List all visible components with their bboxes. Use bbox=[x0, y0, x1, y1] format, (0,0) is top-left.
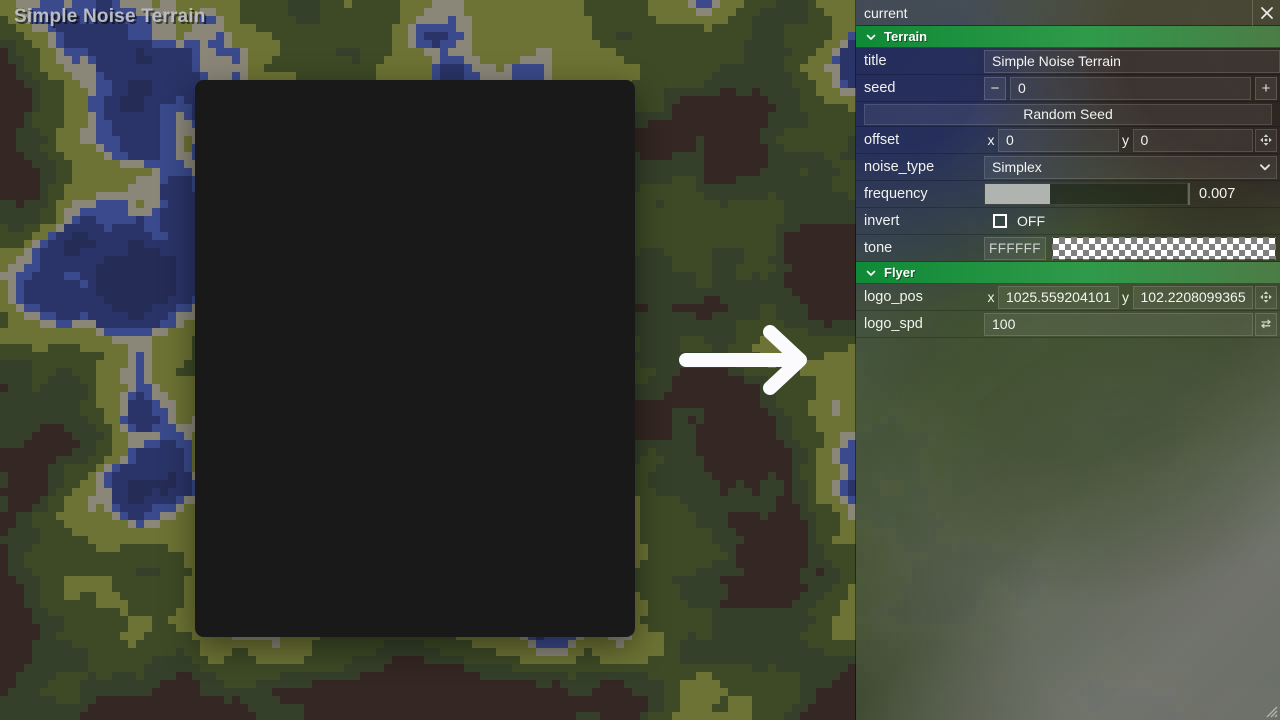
resize-grip-icon[interactable] bbox=[1264, 704, 1278, 718]
property-control-tone: FFFFFF bbox=[984, 235, 1280, 261]
screen-root: Simple Noise Terrain @export_group("Terr… bbox=[0, 0, 1280, 720]
property-label-tone: tone bbox=[864, 240, 893, 256]
inspector-panel: current Terrain title Simple Noise Terrain… bbox=[855, 0, 1280, 720]
game-title-label: Simple Noise Terrain bbox=[14, 6, 206, 27]
section-title: Flyer bbox=[884, 265, 916, 280]
input-seed[interactable]: 0 bbox=[1010, 76, 1251, 100]
close-icon[interactable] bbox=[1252, 0, 1280, 26]
property-control-noise_type: Simplex bbox=[984, 154, 1280, 180]
checkbox-state-label: OFF bbox=[1017, 213, 1045, 229]
property-control-title: Simple Noise Terrain bbox=[984, 48, 1280, 74]
property-label-frequency: frequency bbox=[864, 186, 928, 202]
section-title: Terrain bbox=[884, 29, 928, 44]
slider-fill bbox=[985, 184, 1050, 204]
slider-value-frequency[interactable]: 0.007 bbox=[1188, 183, 1280, 205]
property-row-invert: invert OFF bbox=[856, 208, 1280, 235]
random-seed-button[interactable]: Random Seed bbox=[864, 103, 1272, 125]
property-row-offset: offset x 0 y 0 bbox=[856, 127, 1280, 154]
input-logo_spd[interactable]: 100 bbox=[984, 312, 1253, 336]
input-title[interactable]: Simple Noise Terrain bbox=[984, 49, 1280, 73]
chevron-down-icon bbox=[1258, 160, 1272, 174]
property-label-logo_pos: logo_pos bbox=[864, 289, 923, 305]
inspector-titlebar: current bbox=[856, 0, 1280, 26]
property-control-logo_pos: x 1025.559204101 y 102.2208099365 bbox=[984, 284, 1280, 310]
property-row-seed: seed −0 + bbox=[856, 75, 1280, 102]
chevron-down-icon bbox=[865, 267, 877, 279]
axis-label-x: x bbox=[987, 132, 995, 148]
code-editor-window bbox=[195, 80, 635, 637]
arrow-right-icon bbox=[679, 325, 807, 395]
property-label-offset: offset bbox=[864, 132, 900, 148]
seed-increment-button[interactable]: + bbox=[1255, 76, 1277, 100]
property-row-frequency: frequency 0.007 bbox=[856, 181, 1280, 208]
property-control-frequency: 0.007 bbox=[984, 181, 1280, 207]
reset-loop-icon[interactable] bbox=[1255, 312, 1277, 336]
seed-decrement-button[interactable]: − bbox=[984, 76, 1006, 100]
input-logo_pos-y[interactable]: 102.2208099365 bbox=[1132, 285, 1253, 309]
section-header-flyer[interactable]: Flyer bbox=[856, 262, 1280, 284]
property-control-invert: OFF bbox=[984, 208, 1280, 234]
property-label-title: title bbox=[864, 53, 887, 69]
section-header-terrain[interactable]: Terrain bbox=[856, 26, 1280, 48]
slider-frequency[interactable] bbox=[984, 183, 1188, 205]
axis-label-y: y bbox=[1122, 289, 1129, 305]
property-control-logo_spd: 100 bbox=[984, 311, 1280, 337]
property-row-tone: tone FFFFFF bbox=[856, 235, 1280, 262]
property-label-seed: seed bbox=[864, 80, 896, 96]
color-swatch[interactable] bbox=[1052, 236, 1276, 260]
color-hex-value[interactable]: FFFFFF bbox=[984, 236, 1046, 260]
checkbox-invert[interactable] bbox=[993, 214, 1007, 228]
inspector-title: current bbox=[864, 4, 908, 21]
property-row-title: title Simple Noise Terrain bbox=[856, 48, 1280, 75]
property-label-invert: invert bbox=[864, 213, 900, 229]
input-offset-y[interactable]: 0 bbox=[1132, 128, 1253, 152]
property-label-noise_type: noise_type bbox=[864, 159, 935, 175]
chevron-down-icon bbox=[865, 31, 877, 43]
input-offset-x[interactable]: 0 bbox=[998, 128, 1119, 152]
property-control-seed: −0 + bbox=[984, 75, 1280, 101]
property-label-logo_spd: logo_spd bbox=[864, 316, 923, 332]
inspector-sections: Terrain title Simple Noise Terrain seed −0 + R… bbox=[856, 26, 1280, 338]
move-axes-icon[interactable] bbox=[1255, 128, 1277, 152]
input-logo_pos-x[interactable]: 1025.559204101 bbox=[998, 285, 1119, 309]
dropdown-value: Simplex bbox=[992, 159, 1042, 175]
dropdown-noise_type[interactable]: Simplex bbox=[984, 155, 1277, 179]
axis-label-x: x bbox=[987, 289, 995, 305]
property-row-noise_type: noise_type Simplex bbox=[856, 154, 1280, 181]
property-row-logo_pos: logo_pos x 1025.559204101 y 102.2208099365 bbox=[856, 284, 1280, 311]
property-row-logo_spd: logo_spd 100 bbox=[856, 311, 1280, 338]
property-control-offset: x0y0 bbox=[984, 127, 1280, 153]
move-axes-icon[interactable] bbox=[1255, 285, 1277, 309]
axis-label-y: y bbox=[1122, 132, 1129, 148]
row-random-seed: Random Seed bbox=[856, 102, 1280, 127]
